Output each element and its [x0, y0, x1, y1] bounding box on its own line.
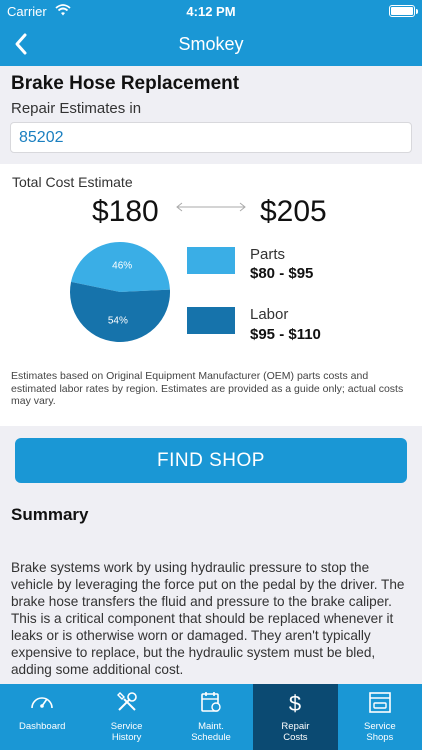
nav-bar: Smokey: [0, 22, 422, 66]
garage-icon: [369, 692, 391, 713]
total-cost-label: Total Cost Estimate: [12, 174, 133, 190]
tab-maint-schedule[interactable]: Maint. Schedule: [169, 684, 253, 750]
disclaimer-text: Estimates based on Original Equipment Ma…: [11, 370, 404, 407]
status-bar: Carrier 4:12 PM: [0, 0, 422, 22]
price-low: $180: [92, 195, 159, 228]
tab-label: Repair Costs: [281, 721, 310, 743]
find-shop-button[interactable]: FIND SHOP: [15, 438, 407, 483]
dollar-icon: $: [289, 691, 301, 716]
tab-service-history[interactable]: Service History: [84, 684, 168, 750]
nav-title: Smokey: [178, 34, 244, 54]
summary-text: Brake systems work by using hydraulic pr…: [11, 560, 405, 677]
tab-label: Service History: [110, 721, 143, 743]
tab-dashboard[interactable]: Dashboard: [0, 684, 84, 750]
summary-heading: Summary: [11, 505, 89, 524]
tab-service-shops[interactable]: Service Shops: [338, 684, 422, 750]
price-high: $205: [260, 195, 327, 228]
job-header: Brake Hose Replacement Repair Estimates …: [0, 66, 422, 164]
schedule-icon: [201, 692, 221, 712]
pie-label-labor: 54%: [108, 315, 128, 326]
estimates-label: Repair Estimates in: [11, 100, 142, 117]
zip-code-input[interactable]: [10, 122, 412, 153]
svg-text:$: $: [289, 691, 301, 716]
gauge-icon: [31, 697, 54, 709]
tab-label: Maint. Schedule: [191, 721, 231, 743]
cost-pie-chart: 46% 54%: [70, 242, 170, 342]
wrench-screwdriver-icon: [116, 692, 137, 711]
parts-range: $80 - $95: [250, 265, 314, 282]
labor-range: $95 - $110: [250, 326, 321, 343]
estimate-card: Total Cost Estimate $180 $205 46% 54% Pa…: [0, 164, 422, 426]
pie-label-parts: 46%: [112, 261, 132, 272]
labor-swatch: [187, 307, 235, 334]
parts-swatch: [187, 247, 235, 274]
parts-legend-label: Parts: [250, 246, 286, 263]
tab-repair-costs[interactable]: $ Repair Costs: [253, 684, 338, 750]
battery-icon: [389, 5, 418, 17]
tab-bar: Dashboard Service History Maint. Schedule …: [0, 684, 422, 750]
double-arrow-icon: [176, 202, 246, 212]
tab-label: Service Shops: [363, 721, 396, 743]
labor-legend-label: Labor: [250, 306, 289, 323]
tab-label: Dashboard: [18, 721, 66, 732]
page-title: Brake Hose Replacement: [11, 73, 240, 94]
clock: 4:12 PM: [186, 4, 236, 19]
